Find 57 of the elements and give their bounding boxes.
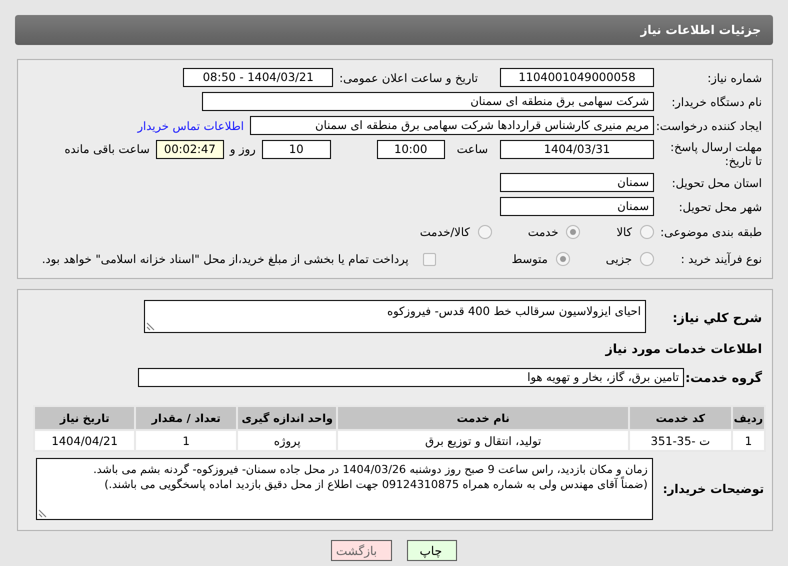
table-cell: 1 bbox=[732, 430, 765, 451]
days-field: 10 bbox=[262, 140, 331, 159]
table-cell: پروژه bbox=[236, 430, 338, 451]
option-label: خدمت bbox=[528, 225, 558, 239]
column-header: کد خدمت bbox=[628, 406, 732, 430]
column-header: تاریخ نیاز bbox=[34, 406, 136, 430]
buyer-org-field: شرکت سهامی برق منطقه ای سمنان bbox=[202, 92, 654, 111]
description-field: احیای ایزولاسیون سرقالب خط 400 قدس- فیروزکوه bbox=[144, 300, 646, 333]
radio-button[interactable] bbox=[640, 225, 654, 239]
service-group-field: تامین برق، گاز، بخار و تهویه هوا bbox=[138, 368, 684, 387]
option-label: متوسط bbox=[512, 252, 548, 266]
option-label: کالا bbox=[616, 225, 632, 239]
checkbox-label: پرداخت تمام یا بخشی از مبلغ خرید،از محل "اسناد خزانه اسلامی" خواهد بود. bbox=[42, 252, 409, 266]
field-label: شهر محل تحویل: bbox=[678, 200, 763, 214]
resize-grip-icon[interactable] bbox=[38, 509, 47, 518]
contact-info-link[interactable]: اطلاعات تماس خریدار bbox=[137, 118, 244, 132]
field-label: شماره نیاز: bbox=[706, 70, 763, 84]
table-cell: 1404/04/21 bbox=[34, 430, 136, 451]
requester-field: مریم منیری کارشناس قراردادها شرکت سهامی برق منطقه ای سمنان bbox=[250, 116, 654, 135]
remaining-time-field: 00:02:47 bbox=[156, 140, 224, 159]
field-label: توضیحات خریدار: bbox=[662, 482, 765, 496]
field-label: تاریخ و ساعت اعلان عمومی: bbox=[339, 70, 478, 84]
table-cell: 1 bbox=[135, 430, 237, 451]
table-cell: تولید، انتقال و توزیع برق bbox=[337, 430, 629, 451]
days-label: روز و bbox=[230, 142, 256, 156]
field-label: نام دستگاه خریدار: bbox=[670, 94, 763, 108]
announce-date-field: 1404/03/21 - 08:50 bbox=[183, 68, 334, 87]
checkbox[interactable] bbox=[422, 252, 436, 266]
column-header: واحد اندازه گیری bbox=[236, 406, 338, 430]
city-field: سمنان bbox=[500, 197, 654, 216]
radio-button[interactable] bbox=[640, 252, 654, 266]
section-title: اطلاعات خدمات مورد نیاز bbox=[604, 340, 763, 356]
field-label: مهلت ارسال پاسخ: تا تاریخ: bbox=[669, 140, 763, 168]
need-number-field: 1104001049000058 bbox=[500, 68, 654, 87]
resize-grip-icon[interactable] bbox=[146, 322, 155, 331]
remaining-label: ساعت باقی مانده bbox=[64, 142, 150, 156]
deadline-date-field: 1404/03/31 bbox=[500, 140, 654, 159]
radio-button[interactable] bbox=[556, 252, 570, 266]
time-label: ساعت bbox=[456, 142, 488, 156]
back-button[interactable]: بازگشت bbox=[331, 540, 392, 561]
page-title-bar: جزئیات اطلاعات نیاز bbox=[15, 15, 773, 45]
radio-button[interactable] bbox=[566, 225, 580, 239]
column-header: ردیف bbox=[732, 406, 765, 430]
deadline-time-field: 10:00 bbox=[376, 140, 445, 159]
print-button[interactable]: چاپ bbox=[407, 540, 457, 561]
field-label: طبقه بندی موضوعی: bbox=[660, 225, 763, 239]
table-cell: ت -35-351 bbox=[628, 430, 732, 451]
field-label: شرح کلي نیاز: bbox=[672, 310, 763, 325]
field-label: استان محل تحویل: bbox=[670, 176, 763, 190]
option-label: جزیی bbox=[606, 252, 632, 266]
province-field: سمنان bbox=[500, 173, 654, 192]
column-header: تعداد / مقدار bbox=[135, 406, 237, 430]
column-header: نام خدمت bbox=[337, 406, 629, 430]
field-label: نوع فرآیند خرید : bbox=[680, 252, 763, 266]
buyer-notes-field: زمان و مکان بازدید، راس ساعت 9 صبح روز دوشنبه 1404/03/26 در محل جاده سمنان- فیروزکوه- گردنه بشم می باشد. (ضمناً آقای مهندس ولی به شماره همراه 09124310875 جهت اطلاع از محل دقیق بازدید اماده پاسخگویی می باشند.) bbox=[36, 458, 653, 520]
option-label: کالا/خدمت bbox=[420, 225, 470, 239]
radio-button[interactable] bbox=[478, 225, 492, 239]
